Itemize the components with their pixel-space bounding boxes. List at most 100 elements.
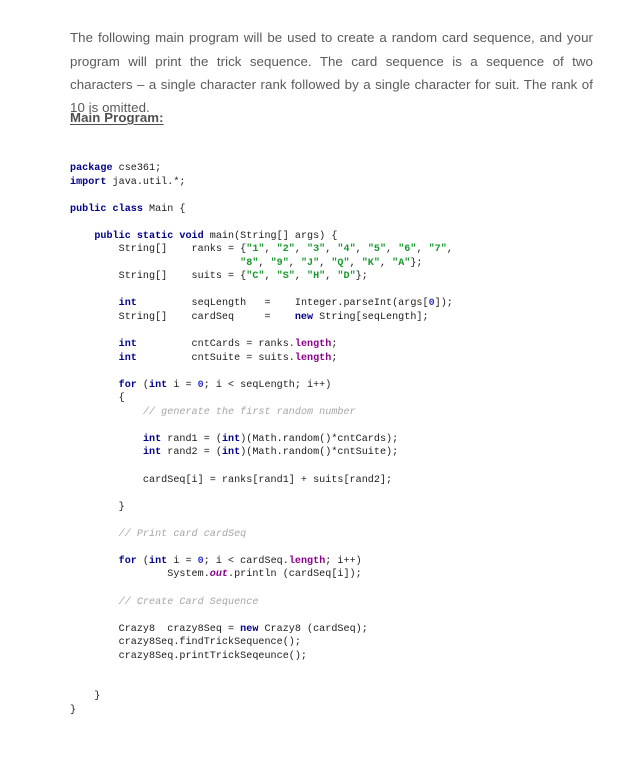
code-token-pln — [70, 298, 119, 309]
code-token-str: "7" — [428, 244, 447, 256]
code-token-kw: package — [70, 163, 113, 174]
code-token-pln: ( — [136, 555, 150, 567]
code-token-fldi: out — [209, 569, 229, 581]
code-line: { — [70, 392, 615, 406]
code-token-pln: ; i++) — [325, 555, 362, 567]
code-token-kw: for — [118, 379, 137, 391]
code-token-kw: int — [149, 555, 168, 567]
code-token-pln: , — [446, 244, 453, 256]
code-token-pln: System. — [70, 569, 210, 581]
code-token-pln — [70, 353, 119, 364]
code-token-pln: Crazy8 (cardSeq); — [258, 623, 368, 635]
code-line: int rand2 = (int)(Math.random()*cntSuite… — [70, 446, 615, 460]
code-line: } — [70, 704, 615, 718]
code-token-fld: length — [288, 555, 326, 567]
code-line: import java.util.*; — [70, 176, 615, 190]
code-token-pln: } — [70, 501, 125, 513]
code-token-fld: length — [294, 339, 332, 351]
code-token-str: "5" — [367, 244, 387, 256]
code-line: } — [70, 501, 615, 515]
code-line: crazy8Seq.printTrickSeqeunce(); — [70, 650, 615, 664]
code-token-pln: cntSuite = suits. — [136, 352, 295, 364]
code-token-str: "1" — [246, 244, 265, 256]
code-token-pln: String[] ranks = { — [70, 244, 247, 256]
document-page: The following main program will be used … — [0, 0, 626, 765]
code-token-pln: ( — [136, 379, 150, 391]
code-token-pln — [70, 258, 240, 269]
code-token-kw: int — [221, 433, 241, 445]
code-token-cmt: // Print card cardSeq — [118, 528, 247, 540]
code-line: int rand1 = (int)(Math.random()*cntCards… — [70, 433, 615, 447]
code-token-pln: cse361; — [112, 163, 162, 174]
code-token-pln: , — [349, 257, 362, 269]
code-token-pln: i = — [167, 379, 198, 391]
code-line: int seqLength = Integer.parseInt(args[0]… — [70, 297, 615, 311]
code-token-kw: new — [294, 312, 314, 324]
code-line: int cntSuite = suits.length; — [70, 352, 615, 366]
code-token-pln: { — [70, 393, 125, 405]
code-token-kw: int — [221, 447, 241, 459]
code-token-pln — [70, 407, 143, 418]
code-line: for (int i = 0; i < seqLength; i++) — [70, 379, 615, 393]
code-line: String[] suits = {"C", "S", "H", "D"}; — [70, 270, 615, 284]
code-token-pln — [70, 339, 119, 350]
code-token-pln: crazy8Seq.findTrickSequence(); — [70, 637, 301, 649]
code-token-pln: ; i < cardSeq. — [203, 555, 289, 567]
code-token-pln: , — [416, 244, 429, 256]
code-token-pln: cntCards = ranks. — [136, 339, 295, 351]
code-line: int cntCards = ranks.length; — [70, 338, 615, 352]
code-token-str: "K" — [361, 257, 380, 269]
code-line: "8", "9", "J", "Q", "K", "A"}; — [70, 257, 615, 271]
code-line: String[] cardSeq = new String[seqLength]… — [70, 311, 615, 325]
code-token-kw: import — [70, 176, 107, 188]
code-line: for (int i = 0; i < cardSeq.length; i++) — [70, 555, 615, 569]
code-token-pln — [70, 380, 119, 391]
code-token-str: "2" — [276, 244, 295, 256]
java-code-block: package cse361; import java.util.*; publi… — [70, 162, 615, 717]
code-line: crazy8Seq.findTrickSequence(); — [70, 636, 615, 650]
section-heading-main-program: Main Program: — [70, 110, 164, 125]
code-token-pln: , — [325, 271, 338, 283]
code-token-pln: rand2 = ( — [161, 447, 222, 459]
code-token-str: "8" — [240, 257, 259, 269]
code-token-str: "H" — [307, 271, 326, 283]
code-token-pln: cardSeq[i] = ranks[rand1] + suits[rand2]… — [70, 474, 393, 486]
code-token-str: "J" — [300, 257, 320, 269]
intro-paragraph-text: The following main program will be used … — [70, 30, 593, 115]
code-token-pln: ; i < seqLength; i++) — [203, 379, 332, 391]
code-token-pln: , — [325, 244, 338, 256]
code-token-pln: , — [258, 257, 271, 269]
code-token-pln: String[] suits = { — [70, 271, 247, 283]
code-token-str: "D" — [337, 271, 356, 283]
code-token-kw: int — [118, 339, 137, 351]
code-token-pln: ]); — [434, 298, 453, 310]
code-token-pln: )(Math.random()*cntSuite); — [240, 447, 399, 459]
code-line: public class Main { — [70, 203, 615, 217]
code-token-str: "9" — [270, 257, 289, 269]
code-token-pln — [70, 434, 143, 445]
code-token-kw: public static void — [94, 230, 204, 242]
code-line: // Create Card Sequence — [70, 596, 615, 610]
code-token-kw: int — [118, 352, 137, 364]
code-token-pln — [70, 597, 119, 608]
code-token-pln: main(String[] args) { — [203, 230, 338, 242]
code-token-pln: .println (cardSeq[i]); — [228, 569, 362, 581]
code-token-kw: for — [118, 555, 137, 567]
code-token-str: "A" — [392, 257, 411, 269]
code-token-str: "6" — [398, 244, 417, 256]
code-token-str: "Q" — [331, 257, 350, 269]
code-token-pln: }; — [410, 257, 423, 269]
code-token-pln: , — [288, 257, 301, 269]
code-token-pln: ; — [331, 352, 338, 364]
code-line: package cse361; — [70, 162, 615, 176]
code-token-pln: }; — [355, 271, 368, 283]
code-token-pln: , — [264, 271, 277, 283]
code-token-kw: int — [118, 298, 137, 310]
code-token-pln — [70, 529, 119, 540]
